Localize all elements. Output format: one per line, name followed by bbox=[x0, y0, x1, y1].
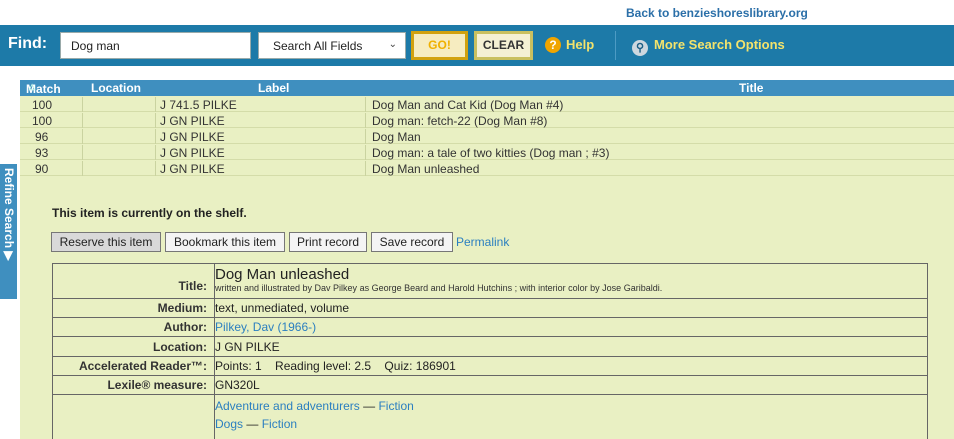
save-record-button[interactable]: Save record bbox=[371, 232, 453, 252]
author-link[interactable]: Pilkey, Dav (1966-) bbox=[215, 320, 316, 334]
search-bar: Find: Search All Fields ⌄ GO! CLEAR ? Hel… bbox=[0, 25, 954, 66]
table-row[interactable]: 100 J GN PILKE Dog man: fetch-22 (Dog Ma… bbox=[20, 113, 954, 128]
record-details: Title: Dog Man unleashed written and ill… bbox=[52, 263, 928, 439]
bookmark-button[interactable]: Bookmark this item bbox=[165, 232, 285, 252]
search-field-select[interactable]: Search All Fields ⌄ bbox=[258, 32, 406, 59]
clear-button[interactable]: CLEAR bbox=[474, 31, 533, 60]
subject-separator: — bbox=[246, 417, 259, 431]
match-cell: 90 bbox=[35, 162, 49, 176]
medium-value: text, unmediated, volume bbox=[215, 301, 350, 315]
sort-icon: △ bbox=[29, 82, 36, 91]
search-field-value: Search All Fields bbox=[273, 39, 363, 53]
medium-label: Medium: bbox=[157, 301, 207, 315]
magnifier-icon: ⚲ bbox=[632, 40, 648, 56]
title-cell: Dog man: a tale of two kitties (Dog man … bbox=[372, 146, 610, 160]
subject-entry: Dogs — Fiction bbox=[215, 417, 297, 431]
results-table-header: Match △ Location Label Title bbox=[20, 80, 954, 96]
ar-label: Accelerated Reader™: bbox=[78, 359, 207, 373]
help-icon: ? bbox=[545, 37, 561, 53]
title-cell: Dog Man bbox=[372, 130, 421, 144]
find-label: Find: bbox=[8, 35, 48, 52]
chevron-down-icon: ⌄ bbox=[388, 39, 397, 50]
help-label: Help bbox=[566, 37, 595, 52]
label-cell: J GN PILKE bbox=[160, 130, 225, 144]
title-cell: Dog Man unleashed bbox=[372, 162, 480, 176]
location-label: Location: bbox=[153, 340, 207, 354]
table-row-selected[interactable]: 90 J GN PILKE Dog Man unleashed bbox=[20, 161, 954, 176]
go-button[interactable]: GO! bbox=[411, 31, 468, 60]
match-cell: 100 bbox=[32, 114, 53, 128]
reserve-button[interactable]: Reserve this item bbox=[51, 232, 161, 252]
ar-value: Points: 1 Reading level: 2.5 Quiz: 18690… bbox=[215, 359, 456, 373]
availability-status: This item is currently on the shelf. bbox=[52, 206, 247, 220]
more-search-options-link[interactable]: ⚲ More Search Options bbox=[632, 37, 785, 56]
label-cell: J GN PILKE bbox=[160, 146, 225, 160]
results-panel: Match △ Location Label Title 100 J 741.5 … bbox=[20, 80, 954, 439]
subject-entry: Adventure and adventurers — Fiction bbox=[215, 399, 414, 413]
match-cell: 100 bbox=[32, 98, 53, 112]
table-row[interactable]: 100 J 741.5 PILKE Dog Man and Cat Kid (D… bbox=[20, 97, 954, 112]
more-search-options-label: More Search Options bbox=[654, 37, 785, 52]
back-to-library-link[interactable]: Back to benzieshoreslibrary.org bbox=[626, 6, 808, 20]
table-row[interactable]: 93 J GN PILKE Dog man: a tale of two kit… bbox=[20, 145, 954, 160]
label-cell: J GN PILKE bbox=[160, 162, 225, 176]
subject-subdivision-link[interactable]: Fiction bbox=[378, 399, 413, 413]
title-column-header[interactable]: Title bbox=[739, 81, 763, 95]
print-record-button[interactable]: Print record bbox=[289, 232, 367, 252]
title-cell: Dog Man and Cat Kid (Dog Man #4) bbox=[372, 98, 564, 112]
record-title: Dog Man unleashed written and illustrate… bbox=[215, 266, 662, 293]
search-input[interactable] bbox=[60, 32, 251, 59]
label-cell: J 741.5 PILKE bbox=[160, 98, 237, 112]
match-cell: 96 bbox=[35, 130, 49, 144]
help-link[interactable]: ? Help bbox=[545, 37, 594, 53]
label-column-header[interactable]: Label bbox=[258, 81, 289, 95]
match-cell: 93 bbox=[35, 146, 49, 160]
title-cell: Dog man: fetch-22 (Dog Man #8) bbox=[372, 114, 548, 128]
label-cell: J GN PILKE bbox=[160, 114, 225, 128]
subject-topic-link[interactable]: Dogs bbox=[215, 417, 243, 431]
refine-search-tab[interactable]: Refine Search ▶ bbox=[0, 164, 17, 299]
location-value: J GN PILKE bbox=[215, 340, 280, 354]
lexile-value: GN320L bbox=[215, 378, 260, 392]
subject-subdivision-link[interactable]: Fiction bbox=[262, 417, 297, 431]
refine-search-label: Refine Search ▶ bbox=[2, 168, 16, 261]
title-value: Dog Man unleashed bbox=[215, 266, 350, 283]
subject-separator: — bbox=[363, 399, 376, 413]
author-label: Author: bbox=[163, 320, 207, 334]
table-row[interactable]: 96 J GN PILKE Dog Man bbox=[20, 129, 954, 144]
permalink-link[interactable]: Permalink bbox=[456, 235, 509, 249]
location-column-header[interactable]: Location bbox=[91, 81, 141, 95]
title-label: Title: bbox=[178, 279, 207, 293]
lexile-label: Lexile® measure: bbox=[107, 378, 207, 392]
toolbar-divider bbox=[615, 31, 616, 60]
subject-topic-link[interactable]: Adventure and adventurers bbox=[215, 399, 360, 413]
statement-of-responsibility: written and illustrated by Dav Pilkey as… bbox=[215, 283, 663, 293]
